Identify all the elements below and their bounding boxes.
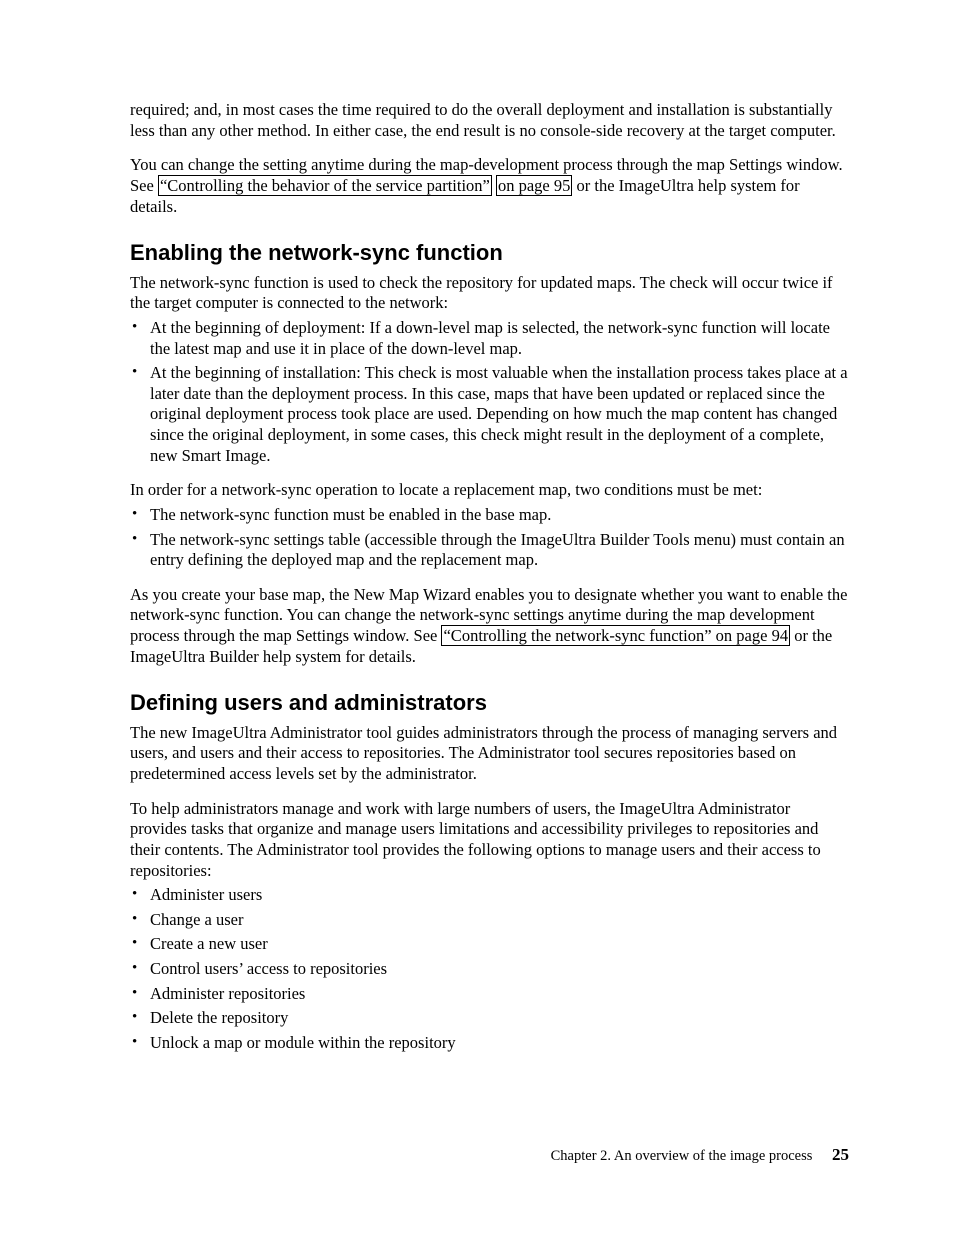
footer-page-number: 25	[832, 1145, 849, 1164]
list-text: Unlock a map or module within the reposi…	[150, 1033, 456, 1052]
page-content: required; and, in most cases the time re…	[130, 100, 850, 1068]
list-item: Unlock a map or module within the reposi…	[130, 1033, 850, 1054]
list-text: Create a new user	[150, 934, 268, 953]
list-text: Administer repositories	[150, 984, 305, 1003]
list-item: Administer repositories	[130, 984, 850, 1005]
enable-intro: The network-sync function is used to che…	[130, 273, 850, 314]
list-text: The network-sync function must be enable…	[150, 505, 551, 524]
list-item: Create a new user	[130, 934, 850, 955]
list-item: Delete the repository	[130, 1008, 850, 1029]
crossref-link[interactable]: “Controlling the behavior of the service…	[158, 175, 492, 196]
define-paragraph-1: The new ImageUltra Administrator tool gu…	[130, 723, 850, 785]
enable-closing-paragraph: As you create your base map, the New Map…	[130, 585, 850, 668]
list-text: Delete the repository	[150, 1008, 288, 1027]
heading-defining-users: Defining users and administrators	[130, 689, 850, 717]
list-text: The network-sync settings table (accessi…	[150, 530, 845, 570]
define-paragraph-2: To help administrators manage and work w…	[130, 799, 850, 882]
page-footer: Chapter 2. An overview of the image proc…	[551, 1144, 849, 1165]
enable-when-list: At the beginning of deployment: If a dow…	[130, 318, 850, 466]
enable-conditions-list: The network-sync function must be enable…	[130, 505, 850, 571]
define-options-list: Administer users Change a user Create a ne…	[130, 885, 850, 1053]
continuation-paragraph: required; and, in most cases the time re…	[130, 100, 850, 141]
list-text: Change a user	[150, 910, 243, 929]
list-item: At the beginning of deployment: If a dow…	[130, 318, 850, 359]
list-item: Administer users	[130, 885, 850, 906]
crossref-link[interactable]: “Controlling the network-sync function” …	[441, 625, 790, 646]
footer-chapter-label: Chapter 2. An overview of the image proc…	[551, 1148, 813, 1164]
change-setting-paragraph: You can change the setting anytime durin…	[130, 155, 850, 217]
list-item: Control users’ access to repositories	[130, 959, 850, 980]
list-item: The network-sync function must be enable…	[130, 505, 850, 526]
heading-enabling-network-sync: Enabling the network-sync function	[130, 239, 850, 267]
list-item: At the beginning of installation: This c…	[130, 363, 850, 466]
enable-conditions-intro: In order for a network-sync operation to…	[130, 480, 850, 501]
list-text: At the beginning of deployment: If a dow…	[150, 318, 830, 358]
list-text: Control users’ access to repositories	[150, 959, 387, 978]
list-text: Administer users	[150, 885, 262, 904]
list-text: At the beginning of installation: This c…	[150, 363, 848, 465]
list-item: Change a user	[130, 910, 850, 931]
crossref-link[interactable]: on page 95	[496, 175, 572, 196]
list-item: The network-sync settings table (accessi…	[130, 530, 850, 571]
